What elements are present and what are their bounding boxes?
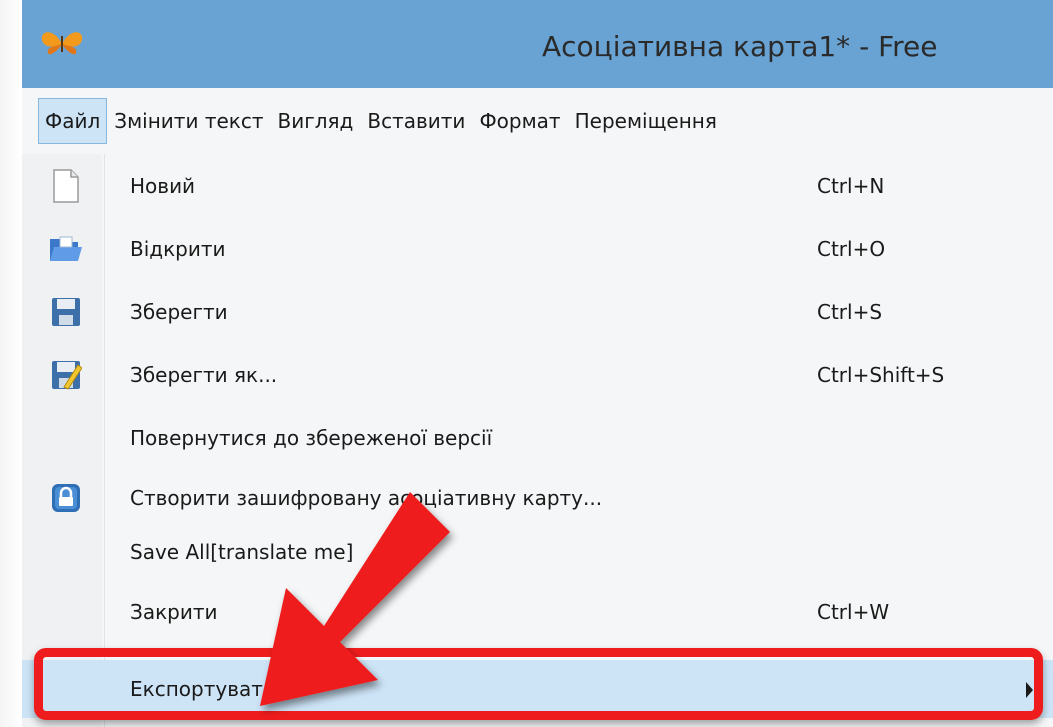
menu-item-save[interactable]: Зберегти Ctrl+S bbox=[22, 280, 1053, 344]
title-bar: Асоціативна карта1* - Free bbox=[22, 0, 1053, 89]
menu-bar: Файл Змінити текст Вигляд Вставити Форма… bbox=[22, 88, 1053, 155]
menu-shortcut: Ctrl+S bbox=[817, 300, 883, 324]
save-disk-icon bbox=[48, 294, 84, 330]
menu-item-save-all[interactable]: Save All[translate me] bbox=[22, 520, 1053, 584]
open-folder-icon bbox=[48, 231, 84, 267]
menu-insert[interactable]: Вставити bbox=[360, 97, 472, 145]
menu-shortcut: Ctrl+N bbox=[817, 174, 885, 198]
menu-item-label: Зберегти як... bbox=[130, 363, 278, 387]
menu-item-label: Повернутися до збереженої версії bbox=[130, 426, 493, 450]
annotation-highlight-box bbox=[34, 648, 1043, 720]
menu-item-label: Новий bbox=[130, 174, 196, 198]
menu-item-open[interactable]: Відкрити Ctrl+O bbox=[22, 217, 1053, 281]
menu-file[interactable]: Файл bbox=[38, 98, 108, 144]
left-shadow bbox=[0, 0, 22, 727]
lock-icon bbox=[48, 480, 84, 516]
menu-item-save-as[interactable]: Зберегти як... Ctrl+Shift+S bbox=[22, 343, 1053, 407]
menu-view[interactable]: Вигляд bbox=[271, 97, 361, 145]
screenshot-frame: Асоціативна карта1* - Free Файл Змінити … bbox=[0, 0, 1053, 727]
menu-shortcut: Ctrl+W bbox=[817, 600, 890, 624]
save-as-icon bbox=[48, 357, 84, 393]
menu-item-label: Зберегти bbox=[130, 300, 228, 324]
window-title: Асоціативна карта1* - Free bbox=[542, 30, 938, 63]
menu-shortcut: Ctrl+O bbox=[817, 237, 886, 261]
annotation-arrow-icon bbox=[260, 492, 450, 706]
menu-shortcut: Ctrl+Shift+S bbox=[817, 363, 945, 387]
freemind-butterfly-icon[interactable] bbox=[38, 26, 86, 62]
menu-item-new[interactable]: Новий Ctrl+N bbox=[22, 154, 1053, 218]
menu-item-label: Відкрити bbox=[130, 237, 226, 261]
menu-format[interactable]: Формат bbox=[472, 97, 567, 145]
menu-edit-text[interactable]: Змінити текст bbox=[107, 97, 270, 145]
new-document-icon bbox=[48, 168, 84, 204]
menu-item-close[interactable]: Закрити Ctrl+W bbox=[22, 580, 1053, 644]
menu-navigate[interactable]: Переміщення bbox=[568, 97, 724, 145]
menu-item-revert[interactable]: Повернутися до збереженої версії bbox=[22, 406, 1053, 470]
